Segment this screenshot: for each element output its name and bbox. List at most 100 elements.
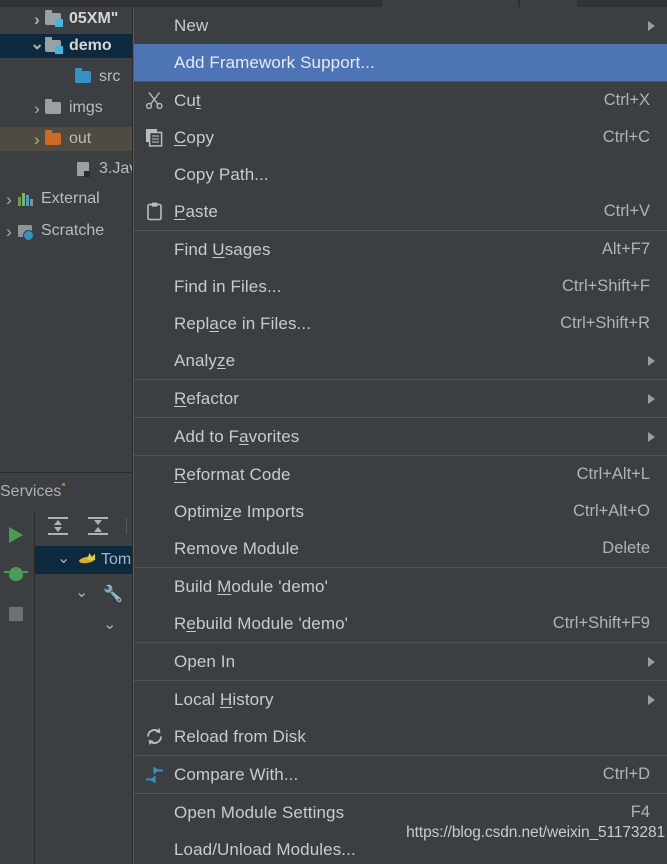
menu-item-reload-from-disk[interactable]: Reload from Disk (134, 718, 667, 755)
menu-item-compare-with[interactable]: Compare With... Ctrl+D (134, 756, 667, 793)
stop-button[interactable] (5, 603, 29, 627)
services-run-rail[interactable] (0, 511, 35, 864)
menu-item-icon-gutter (137, 342, 171, 379)
menu-item-label: Local History (174, 689, 274, 709)
submenu-arrow-icon[interactable] (648, 393, 655, 404)
module-folder-icon (44, 37, 64, 55)
menu-item-paste[interactable]: Paste Ctrl+V (134, 193, 667, 230)
menu-item-rebuild-module-demo[interactable]: Rebuild Module 'demo' Ctrl+Shift+F9 (134, 605, 667, 642)
module-folder-icon (44, 10, 64, 28)
submenu-arrow-icon[interactable] (648, 656, 655, 667)
chevron-down-icon[interactable]: ⌄ (103, 614, 116, 634)
menu-item-icon-gutter (137, 794, 171, 831)
menu-item-find-usages[interactable]: Find Usages Alt+F7 (134, 231, 667, 268)
services-tree-item-tomcat[interactable]: ⌄ Tom (35, 546, 133, 574)
menu-item-add-to-favorites[interactable]: Add to Favorites (134, 418, 667, 455)
debug-button[interactable] (4, 563, 29, 587)
chevron-right-icon[interactable] (30, 131, 44, 148)
menu-item-label: Load/Unload Modules... (174, 839, 356, 859)
menu-item-label: Reformat Code (174, 464, 291, 484)
stop-icon (9, 607, 23, 621)
menu-item-add-framework-support[interactable]: Add Framework Support... (134, 44, 667, 81)
tree-item-imgs[interactable]: imgs (0, 96, 133, 120)
tomcat-icon (79, 552, 97, 568)
submenu-arrow-icon[interactable] (648, 694, 655, 705)
menu-item-label: Copy Path... (174, 164, 269, 184)
menu-item-cut[interactable]: Cut Ctrl+X (134, 82, 667, 119)
tree-item-scratche[interactable]: Scratche (0, 219, 133, 243)
chevron-right-icon[interactable] (2, 191, 16, 208)
menu-item-replace-in-files[interactable]: Replace in Files... Ctrl+Shift+R (134, 305, 667, 342)
project-tool-window[interactable]: 05XM" demo src imgs out 3.Java External Scratch… (0, 7, 133, 472)
reload-icon (145, 727, 164, 746)
chevron-right-icon[interactable] (2, 223, 16, 240)
menu-item-find-in-files[interactable]: Find in Files... Ctrl+Shift+F (134, 268, 667, 305)
menu-item-optimize-imports[interactable]: Optimize Imports Ctrl+Alt+O (134, 493, 667, 530)
menu-item-icon-gutter (137, 568, 171, 605)
menu-item-label: New (174, 15, 209, 35)
tree-item-05xm[interactable]: 05XM" (0, 7, 133, 31)
submenu-arrow-icon[interactable] (648, 431, 655, 442)
services-toolbar[interactable] (35, 512, 133, 540)
tree-item-external[interactable]: External (0, 187, 133, 211)
menu-item-remove-module[interactable]: Remove Module Delete (134, 530, 667, 567)
context-menu[interactable]: New Add Framework Support... Cut Ctrl+X Copy… (133, 7, 667, 864)
menu-item-shortcut: Ctrl+D (602, 765, 650, 783)
tree-item-3-java[interactable]: 3.Java (0, 157, 133, 181)
bug-icon (4, 567, 28, 581)
chevron-down-icon[interactable] (30, 38, 44, 55)
expand-all-button[interactable] (47, 517, 69, 535)
tree-item-out[interactable]: out (0, 127, 133, 151)
menu-item-icon-gutter (137, 643, 171, 680)
scratches-icon (16, 222, 36, 241)
collapse-all-button[interactable] (87, 517, 109, 535)
chevron-down-icon[interactable]: ⌄ (75, 582, 88, 602)
menu-item-icon-gutter (137, 456, 171, 493)
run-button[interactable] (5, 523, 29, 547)
menu-item-shortcut: Ctrl+V (603, 202, 650, 220)
menu-item-icon-gutter (137, 231, 171, 268)
ide-screenshot-root: 05XM" demo src imgs out 3.Java External Scratch… (0, 0, 667, 864)
menu-item-icon-gutter (137, 82, 171, 119)
menu-item-label: Cut (174, 90, 201, 110)
services-tree-item-config[interactable]: ⌄ 🔧 (35, 580, 133, 608)
menu-item-label: Build Module 'demo' (174, 576, 328, 596)
toolbar-segment-1 (381, 0, 518, 7)
menu-item-label: Compare With... (174, 764, 299, 784)
chevron-right-icon[interactable] (30, 11, 44, 28)
menu-item-icon-gutter (137, 193, 171, 230)
menu-item-icon-gutter (137, 756, 171, 793)
tree-item-demo[interactable]: demo (0, 34, 133, 58)
menu-item-new[interactable]: New (134, 7, 667, 44)
services-tree-item-child[interactable]: ⌄ (35, 612, 133, 640)
menu-item-copy[interactable]: Copy Ctrl+C (134, 119, 667, 156)
menu-item-label: Analyze (174, 350, 236, 370)
menu-item-label: Remove Module (174, 538, 300, 558)
submenu-arrow-icon[interactable] (648, 355, 655, 366)
menu-item-open-in[interactable]: Open In (134, 643, 667, 680)
menu-item-shortcut: Ctrl+C (602, 128, 650, 146)
submenu-arrow-icon[interactable] (648, 20, 655, 31)
menu-item-label: Find Usages (174, 239, 271, 259)
menu-item-refactor[interactable]: Refactor (134, 380, 667, 417)
menu-item-icon-gutter (137, 530, 171, 567)
menu-item-copy-path[interactable]: Copy Path... (134, 156, 667, 193)
chevron-right-icon[interactable] (30, 100, 44, 117)
tree-item-src[interactable]: src (0, 65, 133, 89)
chevron-down-icon[interactable]: ⌄ (57, 548, 70, 568)
menu-item-local-history[interactable]: Local History (134, 681, 667, 718)
menu-item-reformat-code[interactable]: Reformat Code Ctrl+Alt+L (134, 456, 667, 493)
services-divider (0, 472, 133, 473)
menu-item-build-module-demo[interactable]: Build Module 'demo' (134, 568, 667, 605)
menu-item-analyze[interactable]: Analyze (134, 342, 667, 379)
source-folder-icon (74, 68, 94, 86)
menu-item-shortcut: Alt+F7 (601, 240, 650, 258)
menu-item-shortcut: Ctrl+Shift+F (561, 277, 650, 295)
watermark-text: https://blog.csdn.net/weixin_51173281 (406, 824, 665, 841)
menu-item-icon-gutter (137, 380, 171, 417)
menu-item-icon-gutter (137, 418, 171, 455)
tree-item-label: demo (69, 37, 112, 54)
menu-item-icon-gutter (137, 681, 171, 718)
services-panel-title: Services (0, 479, 133, 505)
top-toolbar-strip (0, 0, 667, 7)
